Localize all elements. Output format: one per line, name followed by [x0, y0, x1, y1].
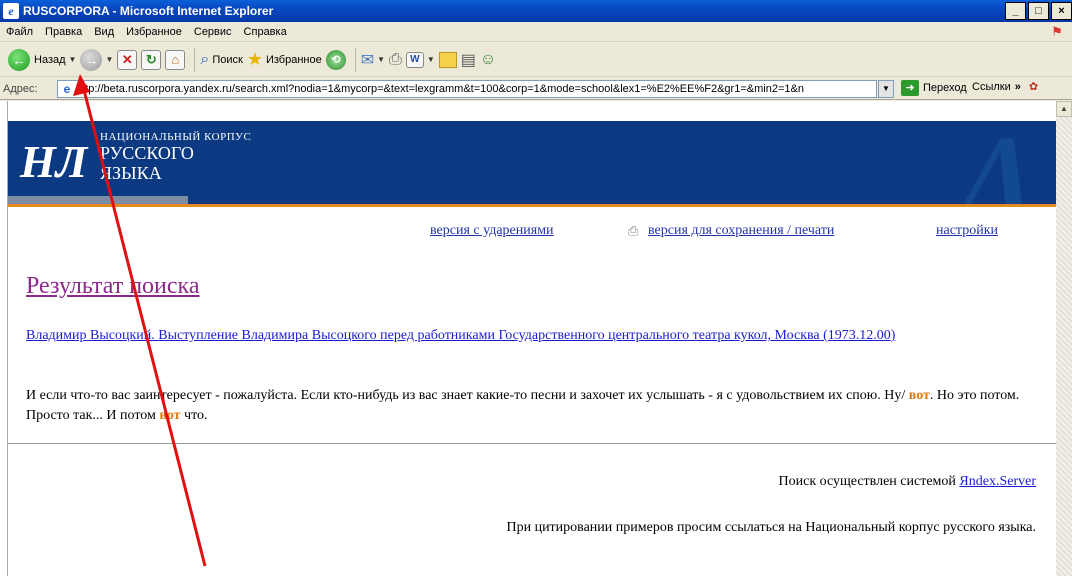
page-left-edge — [0, 101, 8, 576]
search-label: Поиск — [212, 53, 243, 66]
print-icon[interactable]: ⎙ — [389, 51, 402, 69]
forward-dropdown-icon[interactable]: ▼ — [105, 55, 113, 64]
go-arrow-icon: ➜ — [901, 80, 919, 96]
banner-stripe — [8, 196, 188, 204]
ie-icon: e — [3, 3, 19, 19]
addon-icon[interactable]: ✿ — [1029, 80, 1038, 93]
go-button[interactable]: ➜ Переход — [901, 80, 967, 96]
research-icon[interactable]: ▤ — [461, 50, 476, 70]
menu-view[interactable]: Вид — [88, 26, 120, 38]
site-name-line2: ЯЗЫКА — [100, 163, 162, 183]
forward-arrow-icon: → — [80, 48, 103, 71]
site-name-small: НАЦИОНАЛЬНЫЙ КОРПУС — [100, 131, 252, 143]
chevron-right-icon: » — [1014, 80, 1021, 93]
back-dropdown-icon[interactable]: ▼ — [69, 55, 77, 64]
back-arrow-icon: ← — [8, 48, 30, 71]
site-header: Λ НЛ НАЦИОНАЛЬНЫЙ КОРПУС РУССКОГО ЯЗЫКА — [8, 121, 1056, 207]
scroll-up-icon[interactable]: ▲ — [1056, 101, 1072, 117]
messenger-icon[interactable]: ☺ — [480, 51, 496, 69]
title-bar: e RUSCORPORA - Microsoft Internet Explor… — [0, 0, 1072, 22]
back-label: Назад — [34, 53, 66, 66]
address-input[interactable]: e http://beta.ruscorpora.yandex.ru/searc… — [57, 80, 877, 98]
refresh-icon[interactable]: ↻ — [141, 49, 162, 70]
menu-help[interactable]: Справка — [238, 26, 293, 38]
mail-dropdown-icon[interactable]: ▼ — [377, 55, 385, 64]
toolbar-separator — [354, 47, 356, 72]
stop-icon[interactable]: ✕ — [117, 49, 138, 70]
address-label: Адрес: — [3, 82, 38, 95]
printer-icon: ⎙ — [628, 223, 639, 238]
minimize-button[interactable]: _ — [1005, 2, 1026, 20]
snippet-text: что. — [180, 408, 208, 423]
print-version-link[interactable]: версия для сохранения / печати — [648, 223, 834, 239]
address-dropdown-icon[interactable]: ▼ — [878, 80, 894, 98]
address-bar: Адрес: e http://beta.ruscorpora.yandex.r… — [0, 78, 1072, 100]
banner-watermark-icon: Λ — [962, 121, 1036, 207]
vertical-scrollbar[interactable]: ▲ — [1056, 101, 1072, 576]
links-button[interactable]: Ссылки » ✿ — [972, 80, 1038, 94]
search-hit: вот — [908, 388, 930, 403]
history-icon[interactable]: ⟲ — [325, 49, 346, 70]
settings-link[interactable]: настройки — [936, 223, 998, 239]
menu-file[interactable]: Файл — [0, 26, 39, 38]
toolbar: ← Назад ▼ → ▼ ✕ ↻ ⌂ ⌕ Поиск ★ Избранное … — [0, 43, 1072, 77]
maximize-button[interactable]: □ — [1028, 2, 1049, 20]
favorites-star-icon: ★ — [246, 49, 263, 69]
edit-dropdown-icon[interactable]: ▼ — [427, 55, 435, 64]
browser-window: e RUSCORPORA - Microsoft Internet Explor… — [0, 0, 1072, 576]
close-button[interactable]: × — [1051, 2, 1072, 20]
edit-button[interactable]: W ▼ — [405, 51, 435, 68]
word-edit-icon: W — [405, 51, 424, 68]
go-label: Переход — [923, 82, 967, 94]
powered-prefix: Поиск осуществлен системой — [778, 474, 960, 489]
links-label: Ссылки — [972, 80, 1011, 93]
page-content: Λ НЛ НАЦИОНАЛЬНЫЙ КОРПУС РУССКОГО ЯЗЫКА … — [0, 101, 1056, 576]
discuss-icon[interactable] — [438, 51, 457, 68]
menu-bar: Файл Правка Вид Избранное Сервис Справка — [0, 22, 1072, 42]
powered-by: Поиск осуществлен системой Яndex.Server — [779, 474, 1037, 490]
menu-favorites[interactable]: Избранное — [120, 26, 188, 38]
search-button[interactable]: ⌕ Поиск — [200, 51, 242, 69]
divider — [8, 443, 1056, 444]
favorites-label: Избранное — [265, 53, 322, 66]
toolbar-separator — [194, 47, 196, 72]
page-icon: e — [63, 82, 71, 96]
mail-button[interactable]: ✉ ▼ — [361, 50, 385, 70]
yandex-server-link[interactable]: Яndex.Server — [959, 474, 1036, 489]
menu-edit[interactable]: Правка — [39, 26, 88, 38]
stressed-version-link[interactable]: версия с ударениями — [430, 223, 554, 239]
mail-icon: ✉ — [360, 51, 375, 69]
banner-accent-line — [8, 204, 1056, 207]
citation-note: При цитировании примеров просим ссылатьс… — [506, 520, 1036, 535]
forward-button[interactable]: → ▼ — [80, 48, 113, 71]
site-logo[interactable]: НЛ — [20, 139, 87, 185]
snippet-text: И если что-то вас заинтересует - пожалуй… — [26, 388, 909, 403]
window-title: RUSCORPORA - Microsoft Internet Explorer — [23, 4, 274, 18]
favorites-button[interactable]: ★ Избранное — [247, 49, 322, 70]
result-snippet: И если что-то вас заинтересует - пожалуй… — [26, 386, 1036, 426]
document-link[interactable]: Владимир Высоцкий. Выступление Владимира… — [26, 327, 996, 345]
search-icon: ⌕ — [200, 50, 210, 68]
windows-logo-icon: ⚑ — [1051, 24, 1063, 39]
menu-tools[interactable]: Сервис — [188, 26, 238, 38]
results-title[interactable]: Результат поиска — [26, 273, 200, 300]
home-icon[interactable]: ⌂ — [165, 49, 186, 70]
address-url: http://beta.ruscorpora.yandex.ru/search.… — [76, 83, 804, 95]
back-button[interactable]: ← Назад ▼ — [8, 48, 77, 71]
site-name-line1: РУССКОГО — [100, 143, 194, 163]
site-name: НАЦИОНАЛЬНЫЙ КОРПУС РУССКОГО ЯЗЫКА — [100, 131, 251, 183]
search-hit: вот — [159, 408, 181, 423]
